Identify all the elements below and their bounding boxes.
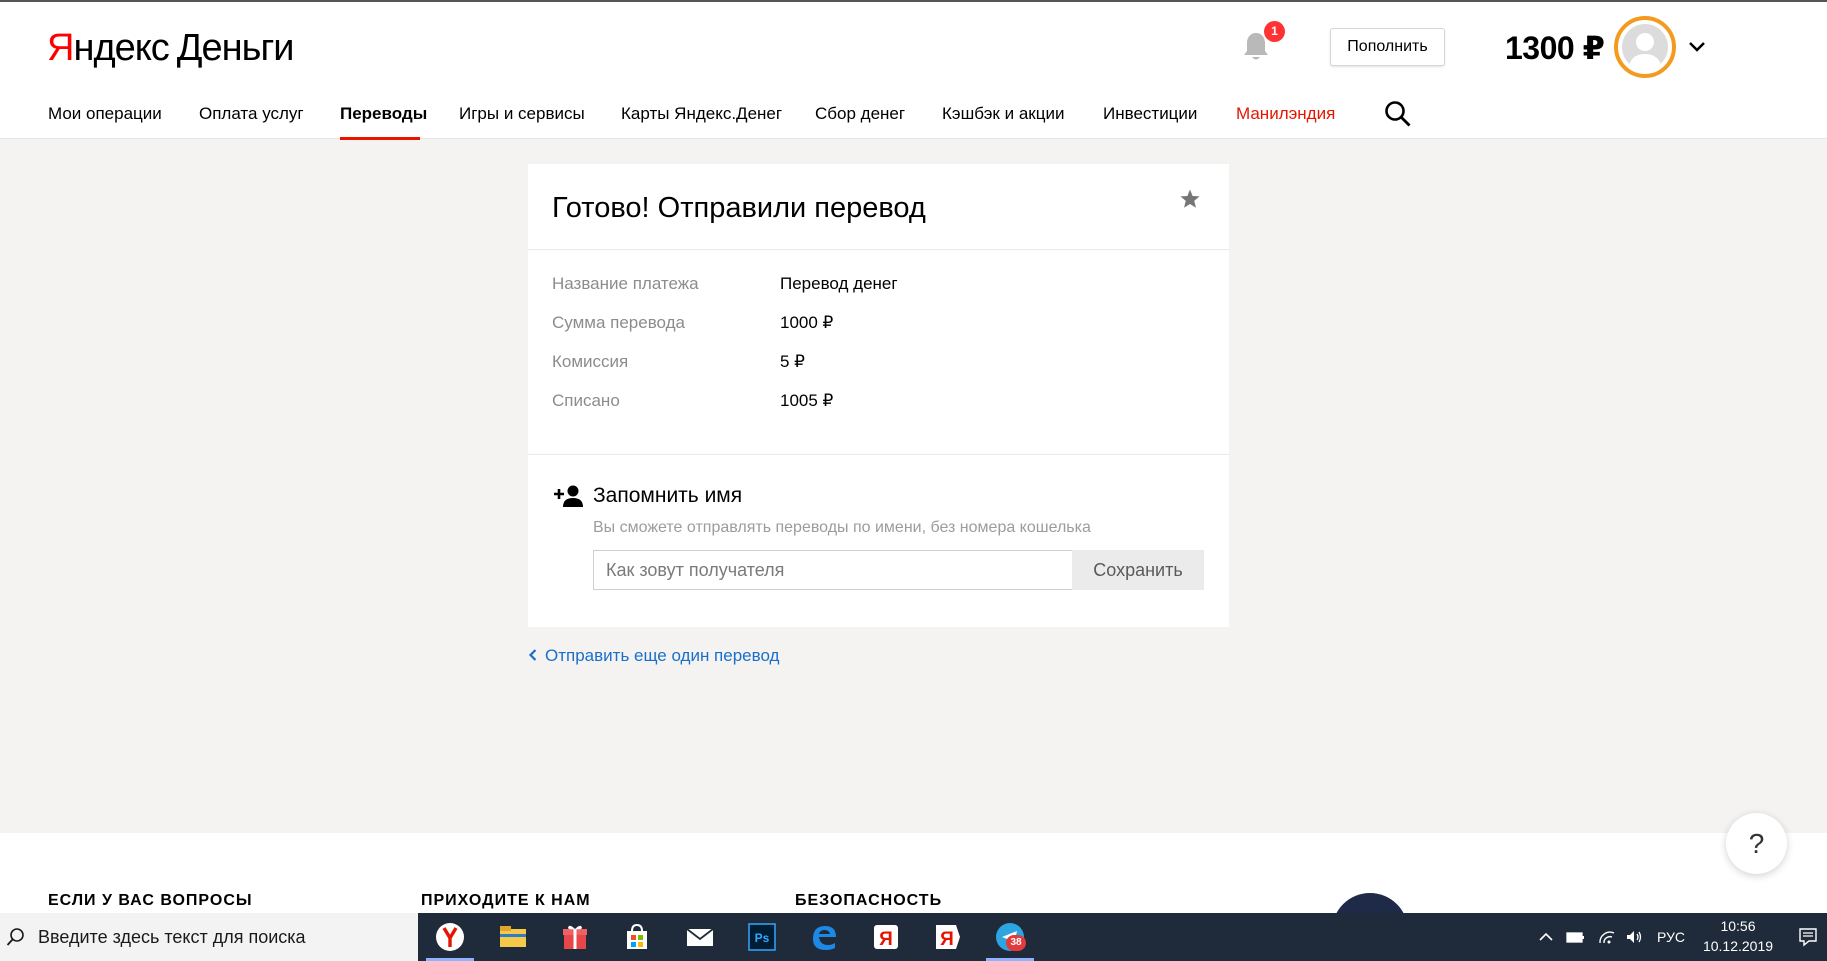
input-language[interactable]: РУС <box>1657 928 1685 946</box>
site-footer: ЕСЛИ У ВАС ВОПРОСЫ ПРИХОДИТЕ К НАМ БЕЗОП… <box>0 833 1827 961</box>
chevron-left-icon <box>528 649 537 661</box>
svg-text:Я: Я <box>940 929 954 950</box>
back-link-label: Отправить еще один перевод <box>545 646 780 665</box>
yandex-icon[interactable]: Я <box>870 921 902 953</box>
star-icon[interactable] <box>1179 188 1201 210</box>
photoshop-icon[interactable]: Ps <box>746 921 778 953</box>
footer-heading-visit: ПРИХОДИТЕ К НАМ <box>421 892 591 909</box>
volume-icon[interactable] <box>1625 927 1645 947</box>
save-button[interactable]: Сохранить <box>1072 550 1204 590</box>
search-icon <box>6 928 24 946</box>
add-user-icon <box>554 485 583 507</box>
wifi-icon[interactable] <box>1597 927 1617 947</box>
payment-name-value: Перевод денег <box>780 274 898 293</box>
transfer-amount-value: 1000 ₽ <box>780 313 834 332</box>
file-explorer-icon[interactable] <box>497 921 529 953</box>
remember-name-hint: Вы сможете отправлять переводы по имени,… <box>593 519 1091 536</box>
clock-date[interactable]: 10.12.2019 <box>1702 937 1774 955</box>
battery-icon[interactable] <box>1565 927 1585 947</box>
nav-active-indicator <box>340 137 420 140</box>
yandex-red-icon[interactable]: Я <box>932 921 964 953</box>
nav-item-fundraising[interactable]: Сбор денег <box>815 104 905 124</box>
divider <box>528 454 1229 455</box>
gift-icon[interactable] <box>559 921 591 953</box>
divider <box>528 249 1229 250</box>
nav-item-operations[interactable]: Мои операции <box>48 104 162 124</box>
transfer-result-card: Готово! Отправили перевод Название плате… <box>528 164 1229 627</box>
logo-money: Деньги <box>176 27 295 69</box>
nav-item-payments[interactable]: Оплата услуг <box>199 104 304 124</box>
telegram-unread-badge: 38 <box>1006 935 1026 951</box>
taskbar-search-placeholder: Введите здесь текст для поиска <box>38 927 306 947</box>
mail-icon[interactable] <box>684 921 716 953</box>
nav-item-cards[interactable]: Карты Яндекс.Денег <box>621 104 782 124</box>
windows-taskbar: Введите здесь текст для поиска Ps Я Я 38… <box>0 913 1827 961</box>
logo-letter: Я <box>47 27 74 69</box>
balance-amount: 1300 ₽ <box>1505 30 1605 66</box>
svg-text:Ps: Ps <box>755 931 770 945</box>
commission-value: 5 ₽ <box>780 352 805 371</box>
yandex-money-logo[interactable]: Яндекс Деньги <box>47 26 295 70</box>
clock-time[interactable]: 10:56 <box>1702 917 1774 935</box>
topup-button[interactable]: Пополнить <box>1330 28 1445 66</box>
nav-item-investments[interactable]: Инвестиции <box>1103 104 1197 124</box>
logo-yandex: ндекс <box>73 27 169 69</box>
page-title: Готово! Отправили перевод <box>552 192 926 224</box>
avatar[interactable] <box>1614 16 1676 78</box>
footer-heading-security: БЕЗОПАСНОСТЬ <box>795 892 943 909</box>
recipient-name-input[interactable] <box>593 550 1072 590</box>
nav-item-games[interactable]: Игры и сервисы <box>459 104 585 124</box>
site-header: Яндекс Деньги 1 Пополнить 1300 ₽ Мои опер… <box>0 0 1827 140</box>
notification-badge: 1 <box>1264 21 1285 42</box>
taskbar-search-box[interactable]: Введите здесь текст для поиска <box>0 913 418 961</box>
yandex-browser-icon[interactable] <box>434 921 466 953</box>
nav-item-transfers[interactable]: Переводы <box>340 104 427 124</box>
charged-label: Списано <box>552 391 620 410</box>
payment-name-label: Название платежа <box>552 274 699 293</box>
transfer-amount-label: Сумма перевода <box>552 313 686 332</box>
svg-text:Я: Я <box>879 929 893 950</box>
notifications-icon[interactable] <box>1797 926 1819 948</box>
send-another-transfer-link[interactable]: Отправить еще один перевод <box>528 645 779 667</box>
charged-value: 1005 ₽ <box>780 391 834 410</box>
nav-item-maniland[interactable]: Манилэндия <box>1236 104 1335 124</box>
help-button[interactable]: ? <box>1726 813 1787 874</box>
chevron-down-icon[interactable] <box>1686 36 1708 56</box>
footer-heading-questions: ЕСЛИ У ВАС ВОПРОСЫ <box>48 892 253 909</box>
edge-icon[interactable] <box>808 921 840 953</box>
commission-label: Комиссия <box>552 352 629 371</box>
search-icon[interactable] <box>1384 100 1412 128</box>
store-icon[interactable] <box>621 921 653 953</box>
remember-name-title: Запомнить имя <box>593 484 743 507</box>
chevron-up-icon[interactable] <box>1536 927 1556 947</box>
avatar-placeholder-icon <box>1622 24 1668 70</box>
nav-item-cashback[interactable]: Кэшбэк и акции <box>942 104 1064 124</box>
